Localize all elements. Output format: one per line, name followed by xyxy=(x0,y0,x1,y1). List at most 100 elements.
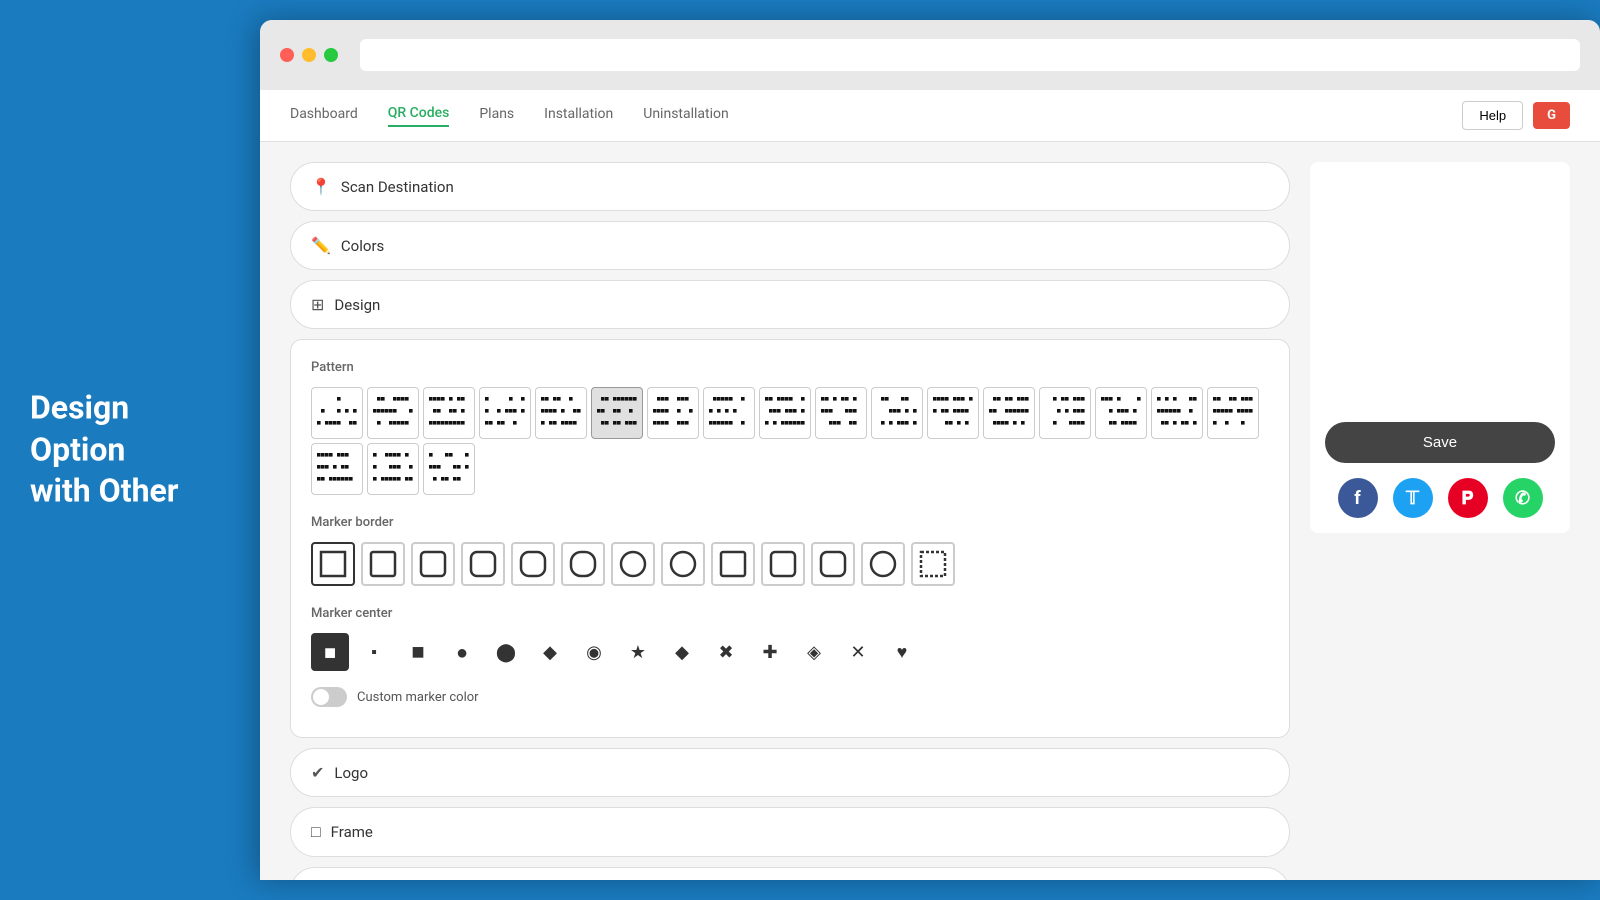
pattern-cell[interactable] xyxy=(1151,387,1203,439)
main-content: 📍 Scan Destination ✏️ Colors ⊞ Design Pa… xyxy=(260,142,1600,880)
qr-code-preview xyxy=(1330,177,1550,407)
pattern-cell[interactable] xyxy=(423,443,475,495)
accordion-design[interactable]: ⊞ Design xyxy=(290,280,1290,329)
pattern-cell[interactable] xyxy=(535,387,587,439)
twitter-share-button[interactable]: 𝕋 xyxy=(1393,478,1433,518)
pinterest-share-button[interactable]: 𝐏 xyxy=(1448,478,1488,518)
browser-chrome xyxy=(260,20,1600,90)
pattern-cell[interactable] xyxy=(311,443,363,495)
nav-right: Help G xyxy=(1462,101,1570,130)
pattern-cell[interactable] xyxy=(311,387,363,439)
pattern-cell[interactable] xyxy=(815,387,867,439)
left-panel: 📍 Scan Destination ✏️ Colors ⊞ Design Pa… xyxy=(290,162,1290,860)
marker-center-cell[interactable]: ◆ xyxy=(663,633,701,671)
colors-label: Colors xyxy=(341,237,384,255)
marker-center-cell[interactable]: ● xyxy=(443,633,481,671)
pencil-icon: ✏️ xyxy=(311,236,331,255)
pattern-cell[interactable] xyxy=(647,387,699,439)
pattern-cell[interactable] xyxy=(1039,387,1091,439)
marker-center-cell[interactable]: ◈ xyxy=(795,633,833,671)
pattern-cell[interactable] xyxy=(479,387,531,439)
close-icon[interactable] xyxy=(280,48,294,62)
hero-text: Design Option with Other xyxy=(30,388,230,513)
accordion-options[interactable]: ≡ Options xyxy=(290,867,1290,880)
whatsapp-share-button[interactable]: ✆ xyxy=(1503,478,1543,518)
grid-icon: ⊞ xyxy=(311,295,324,314)
marker-border-cell[interactable] xyxy=(911,542,955,586)
marker-center-cell[interactable]: ▪ xyxy=(355,633,393,671)
design-section: Pattern Marker border Marker center ■▪■●… xyxy=(290,339,1290,738)
marker-center-cell[interactable]: ★ xyxy=(619,633,657,671)
address-bar[interactable] xyxy=(360,39,1580,71)
social-share: f 𝕋 𝐏 ✆ xyxy=(1338,478,1543,518)
pattern-cell[interactable] xyxy=(983,387,1035,439)
marker-center-cell[interactable]: ✕ xyxy=(839,633,877,671)
pattern-grid xyxy=(311,387,1269,495)
marker-border-cell[interactable] xyxy=(611,542,655,586)
pattern-cell[interactable] xyxy=(367,443,419,495)
marker-border-cell[interactable] xyxy=(561,542,605,586)
pattern-cell[interactable] xyxy=(927,387,979,439)
frame-label: Frame xyxy=(331,823,373,841)
sidebar-item-qrcodes[interactable]: QR Codes xyxy=(388,105,450,127)
pattern-cell[interactable] xyxy=(1095,387,1147,439)
sidebar-item-uninstallation[interactable]: Uninstallation xyxy=(643,106,729,126)
marker-border-cell[interactable] xyxy=(861,542,905,586)
maximize-icon[interactable] xyxy=(324,48,338,62)
marker-border-title: Marker border xyxy=(311,515,1269,530)
location-icon: 📍 xyxy=(311,177,331,196)
sidebar-item-plans[interactable]: Plans xyxy=(479,106,514,126)
pattern-cell[interactable] xyxy=(423,387,475,439)
browser-window: Dashboard QR Codes Plans Installation Un… xyxy=(260,20,1600,880)
minimize-icon[interactable] xyxy=(302,48,316,62)
pattern-cell[interactable] xyxy=(703,387,755,439)
pattern-cell[interactable] xyxy=(1207,387,1259,439)
help-button[interactable]: Help xyxy=(1462,101,1523,130)
traffic-lights xyxy=(280,48,338,62)
pattern-cell[interactable] xyxy=(367,387,419,439)
accordion-frame[interactable]: □ Frame xyxy=(290,807,1290,857)
accordion-scan-destination[interactable]: 📍 Scan Destination xyxy=(290,162,1290,211)
marker-center-cell[interactable]: ⬤ xyxy=(487,633,525,671)
marker-center-cell[interactable]: ◆ xyxy=(531,633,569,671)
marker-center-title: Marker center xyxy=(311,606,1269,621)
browser-content: Dashboard QR Codes Plans Installation Un… xyxy=(260,90,1600,880)
marker-border-cell[interactable] xyxy=(311,542,355,586)
marker-center-cell[interactable]: ■ xyxy=(311,633,349,671)
marker-border-cell[interactable] xyxy=(711,542,755,586)
custom-marker-switch[interactable] xyxy=(311,687,347,707)
right-panel: Save f 𝕋 𝐏 ✆ xyxy=(1310,162,1570,860)
qr-preview: Save f 𝕋 𝐏 ✆ xyxy=(1310,162,1570,533)
sidebar-item-dashboard[interactable]: Dashboard xyxy=(290,106,358,126)
nav-bar: Dashboard QR Codes Plans Installation Un… xyxy=(260,90,1600,142)
marker-border-cell[interactable] xyxy=(761,542,805,586)
frame-icon: □ xyxy=(311,822,321,842)
marker-border-cell[interactable] xyxy=(361,542,405,586)
pattern-cell[interactable] xyxy=(871,387,923,439)
marker-center-grid: ■▪■●⬤◆◉★◆✖✚◈✕♥ xyxy=(311,633,1269,671)
scan-destination-label: Scan Destination xyxy=(341,178,454,196)
custom-marker-toggle: Custom marker color xyxy=(311,687,1269,707)
facebook-share-button[interactable]: f xyxy=(1338,478,1378,518)
check-icon: ✔ xyxy=(311,763,324,782)
marker-center-cell[interactable]: ✚ xyxy=(751,633,789,671)
sidebar-item-installation[interactable]: Installation xyxy=(544,106,613,126)
pattern-cell[interactable] xyxy=(591,387,643,439)
marker-center-cell[interactable]: ♥ xyxy=(883,633,921,671)
marker-center-cell[interactable]: ◉ xyxy=(575,633,613,671)
marker-border-grid xyxy=(311,542,1269,586)
accordion-logo[interactable]: ✔ Logo xyxy=(290,748,1290,797)
marker-border-cell[interactable] xyxy=(461,542,505,586)
custom-marker-label: Custom marker color xyxy=(357,690,479,705)
marker-border-cell[interactable] xyxy=(511,542,555,586)
design-label: Design xyxy=(334,296,380,314)
pattern-cell[interactable] xyxy=(759,387,811,439)
save-button[interactable]: Save xyxy=(1325,422,1555,463)
marker-border-cell[interactable] xyxy=(411,542,455,586)
marker-border-cell[interactable] xyxy=(661,542,705,586)
marker-center-cell[interactable]: ✖ xyxy=(707,633,745,671)
g-button[interactable]: G xyxy=(1533,102,1570,129)
accordion-colors[interactable]: ✏️ Colors xyxy=(290,221,1290,270)
marker-center-cell[interactable]: ■ xyxy=(399,633,437,671)
marker-border-cell[interactable] xyxy=(811,542,855,586)
